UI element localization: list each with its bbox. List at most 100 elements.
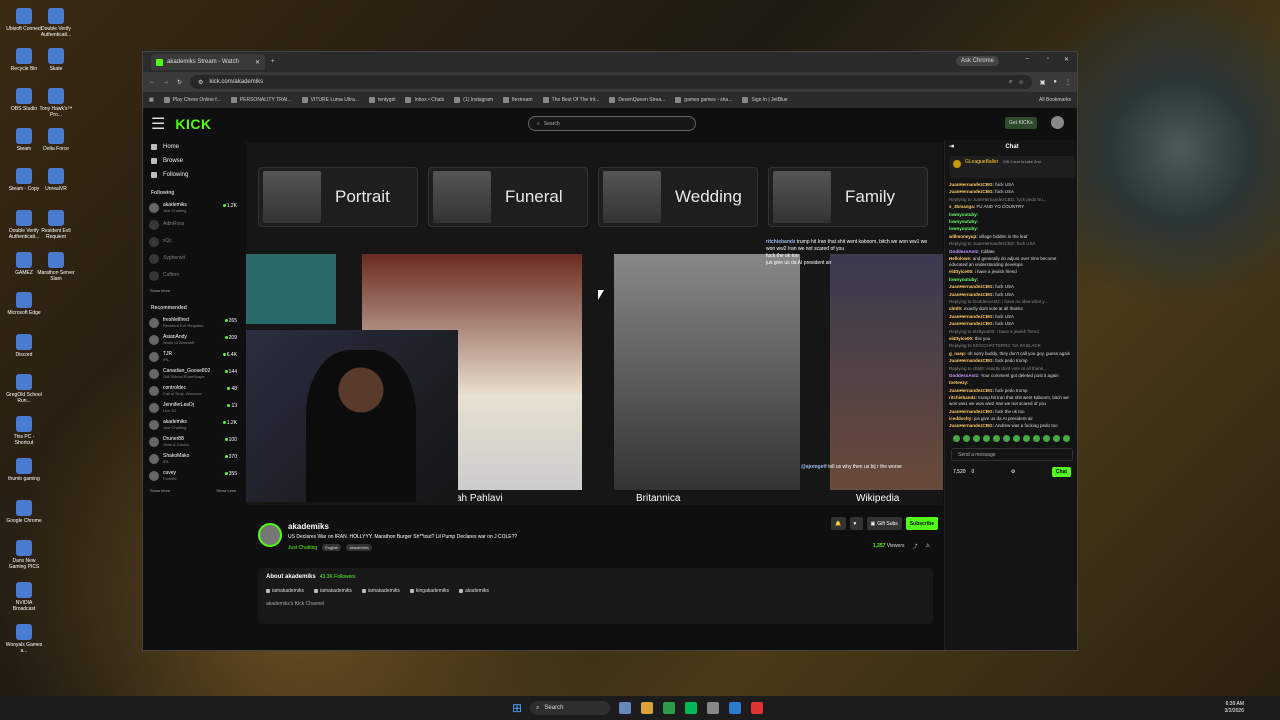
settings-icon[interactable]	[707, 702, 720, 714]
chat-message[interactable]: lownyoutuby:	[949, 212, 1075, 218]
desktop-icon-3[interactable]: Skate	[36, 48, 76, 72]
chat-message[interactable]: el4ttyice00: i have a jewish friend	[949, 269, 1075, 275]
back-icon[interactable]: ←	[149, 79, 155, 85]
recommended-channel-0[interactable]: freshlelfired Resident Evil Requiem 265	[143, 314, 243, 331]
user-avatar[interactable]	[1051, 116, 1064, 129]
collapse-chat-icon[interactable]: ⇥	[949, 140, 954, 154]
show-more-recommended-link[interactable]: Show More	[150, 488, 170, 493]
chat-message[interactable]: JuanHernandezCBG: fuck USA	[949, 284, 1075, 290]
chip-portrait[interactable]: Portrait	[258, 167, 418, 227]
bookmark-6[interactable]: flextream	[503, 97, 533, 103]
zoom-icon[interactable]: ⌕	[1009, 79, 1012, 86]
recommended-channel-3[interactable]: Canadian_Goose802 Old School RuneScape 144	[143, 365, 243, 382]
ask-chrome-button[interactable]: Ask Chrome	[955, 56, 999, 66]
nav-home[interactable]: Home	[143, 140, 243, 154]
nav-browse[interactable]: Browse	[143, 154, 243, 168]
emote-icon[interactable]	[1033, 434, 1040, 442]
follow-heart-button[interactable]: ♥	[849, 517, 863, 530]
pinned-gift-banner[interactable]: GLeagueBaller Gift 1 sub to take 2nd	[949, 156, 1075, 178]
desktop-icon-21[interactable]: NVIDIA Broadcast	[4, 582, 44, 612]
chat-message[interactable]: Replying to KICKCHATTERR2: NA IM BLACK	[949, 343, 1075, 349]
chat-message[interactable]: cbtd0: exactly dont vote at all thanks	[949, 306, 1075, 312]
desktop-icon-18[interactable]: thumb gaming	[4, 458, 44, 482]
following-channel-3[interactable]: Sypherwit	[143, 250, 243, 267]
bookmark-10[interactable]: Sign In | JetBlue	[742, 97, 788, 103]
site-info-icon[interactable]: ⚙	[198, 79, 203, 86]
emote-icon[interactable]	[993, 434, 1000, 442]
chat-message[interactable]: willmoneyup: village hidden in the leaf	[949, 234, 1075, 240]
recommended-channel-8[interactable]: ShakoMako IRL 370	[143, 450, 243, 467]
social-link-0[interactable]: iamakademiks	[266, 588, 304, 594]
emote-icon[interactable]	[1013, 434, 1020, 442]
all-bookmarks[interactable]: All Bookmarks	[1039, 97, 1071, 103]
recommended-channel-7[interactable]: Druner88 Slots & Casino 100	[143, 433, 243, 450]
chat-message[interactable]: toeteezy:	[949, 380, 1075, 386]
emote-icon[interactable]	[1023, 434, 1030, 442]
nvidia-icon[interactable]	[685, 702, 698, 714]
chat-message[interactable]: JuanHernandezCBG: fuck USA	[949, 314, 1075, 320]
desktop-icon-13[interactable]: Marathon Server Slam	[36, 252, 76, 282]
emote-icon[interactable]	[1043, 434, 1050, 442]
kick-logo[interactable]: KICK	[175, 116, 211, 132]
report-icon[interactable]: ⚠	[926, 543, 930, 550]
bookmark-5[interactable]: (1) Instagram	[454, 97, 493, 103]
minimize-icon[interactable]: –	[1026, 56, 1029, 62]
social-link-2[interactable]: iamakademiks	[361, 588, 400, 594]
chat-message[interactable]: lownyoutuby:	[949, 277, 1075, 283]
forward-icon[interactable]: →	[163, 79, 169, 85]
desktop-icon-11[interactable]: Resident Evil Requiem	[36, 210, 76, 240]
desktop-icon-15[interactable]: Discord	[4, 334, 44, 358]
emote-icon[interactable]	[973, 434, 980, 442]
chat-message[interactable]: JuanHernandezCBG: fuck the uk too	[949, 409, 1075, 415]
category-link[interactable]: Just Chatting	[288, 545, 317, 551]
subscribe-button[interactable]: Subscribe	[905, 517, 938, 530]
desktop-icon-9[interactable]: UnrealVR	[36, 168, 76, 192]
taskview-icon[interactable]	[619, 702, 632, 714]
recommended-channel-5[interactable]: JenniferLeeDj Live DJ 13	[143, 399, 243, 416]
emote-icon[interactable]	[983, 434, 990, 442]
chat-message[interactable]: g_naep: oh sorry buddy, they don't call …	[949, 351, 1075, 357]
desktop-icon-16[interactable]: GregOld School Run...	[4, 374, 44, 404]
video-player[interactable]: Portrait Funeral Wedding Family ritchieband…	[246, 142, 943, 505]
apps-icon[interactable]: ▦	[149, 97, 154, 103]
emote-icon[interactable]	[963, 434, 970, 442]
chat-message[interactable]: lownyoutuby:	[949, 226, 1075, 232]
address-bar[interactable]: ⚙ kick.com/akademiks ⌕ ☆	[190, 75, 1032, 89]
social-link-1[interactable]: iamakademiks	[313, 588, 352, 594]
emote-icon[interactable]	[1003, 434, 1010, 442]
emote-icon[interactable]	[1053, 434, 1060, 442]
recommended-channel-4[interactable]: controldec Call of Duty: Warzone 48	[143, 382, 243, 399]
chat-message[interactable]: Replying to el4ttyice00: i have a jewish…	[949, 329, 1075, 335]
desktop-icon-7[interactable]: Delta Force	[36, 128, 76, 152]
following-channel-0[interactable]: akademiks Just Chatting 1.2K	[143, 199, 243, 216]
tag-akademiks[interactable]: Akademiks	[346, 544, 372, 551]
chat-message[interactable]: el4ttyice00: this you	[949, 336, 1075, 342]
recommended-channel-1[interactable]: AsianAndy World of Warcraft 209	[143, 331, 243, 348]
chat-message[interactable]: Replying to GoddessAntz: i have no idea …	[949, 299, 1075, 305]
chat-message[interactable]: ritchiebandz: trump hit Iran that shit w…	[949, 395, 1075, 407]
social-link-3[interactable]: kingakademiks	[409, 588, 449, 594]
chat-message[interactable]: JuanHernandezCBG: fuck USA	[949, 189, 1075, 195]
streamer-name[interactable]: akademiks	[288, 522, 329, 531]
desktop-icon-5[interactable]: Tony Hawk's™ Pro...	[36, 88, 76, 118]
tag-english[interactable]: English	[322, 544, 342, 551]
windows-start-icon[interactable]: ⊞	[512, 701, 522, 715]
chat-settings-icon[interactable]: ⚙	[1011, 469, 1015, 475]
desktop-icon-17[interactable]: This PC - Shortcut	[4, 416, 44, 446]
following-channel-2[interactable]: xQc	[143, 233, 243, 250]
chip-wedding[interactable]: Wedding	[598, 167, 758, 227]
bookmark-0[interactable]: Play Chess Online f...	[163, 97, 221, 103]
edge-icon[interactable]	[729, 702, 742, 714]
profile-icon[interactable]: ●	[1053, 79, 1057, 85]
bookmark-2[interactable]: VITURE Luma Ultra...	[301, 97, 359, 103]
bookmark-3[interactable]: tentygirl	[368, 97, 395, 103]
bookmark-9[interactable]: games games - sha...	[675, 97, 732, 103]
system-clock[interactable]: 6:39 AM 3/2/2026	[1225, 701, 1244, 715]
chat-message[interactable]: JuanHernandezCBG: fuck USA	[949, 182, 1075, 188]
social-link-4[interactable]: akademiks	[458, 588, 489, 594]
kicks-points[interactable]: 7,520	[953, 469, 966, 475]
desktop-icon-14[interactable]: Microsoft Edge	[4, 292, 44, 316]
desktop-icon-19[interactable]: Google Chrome	[4, 500, 44, 524]
chat-message[interactable]: Replying to JuanHernandezCBG: fuck pedo …	[949, 197, 1075, 203]
tab-akademiks[interactable]: akademiks Stream - Watch ✕	[151, 54, 265, 70]
